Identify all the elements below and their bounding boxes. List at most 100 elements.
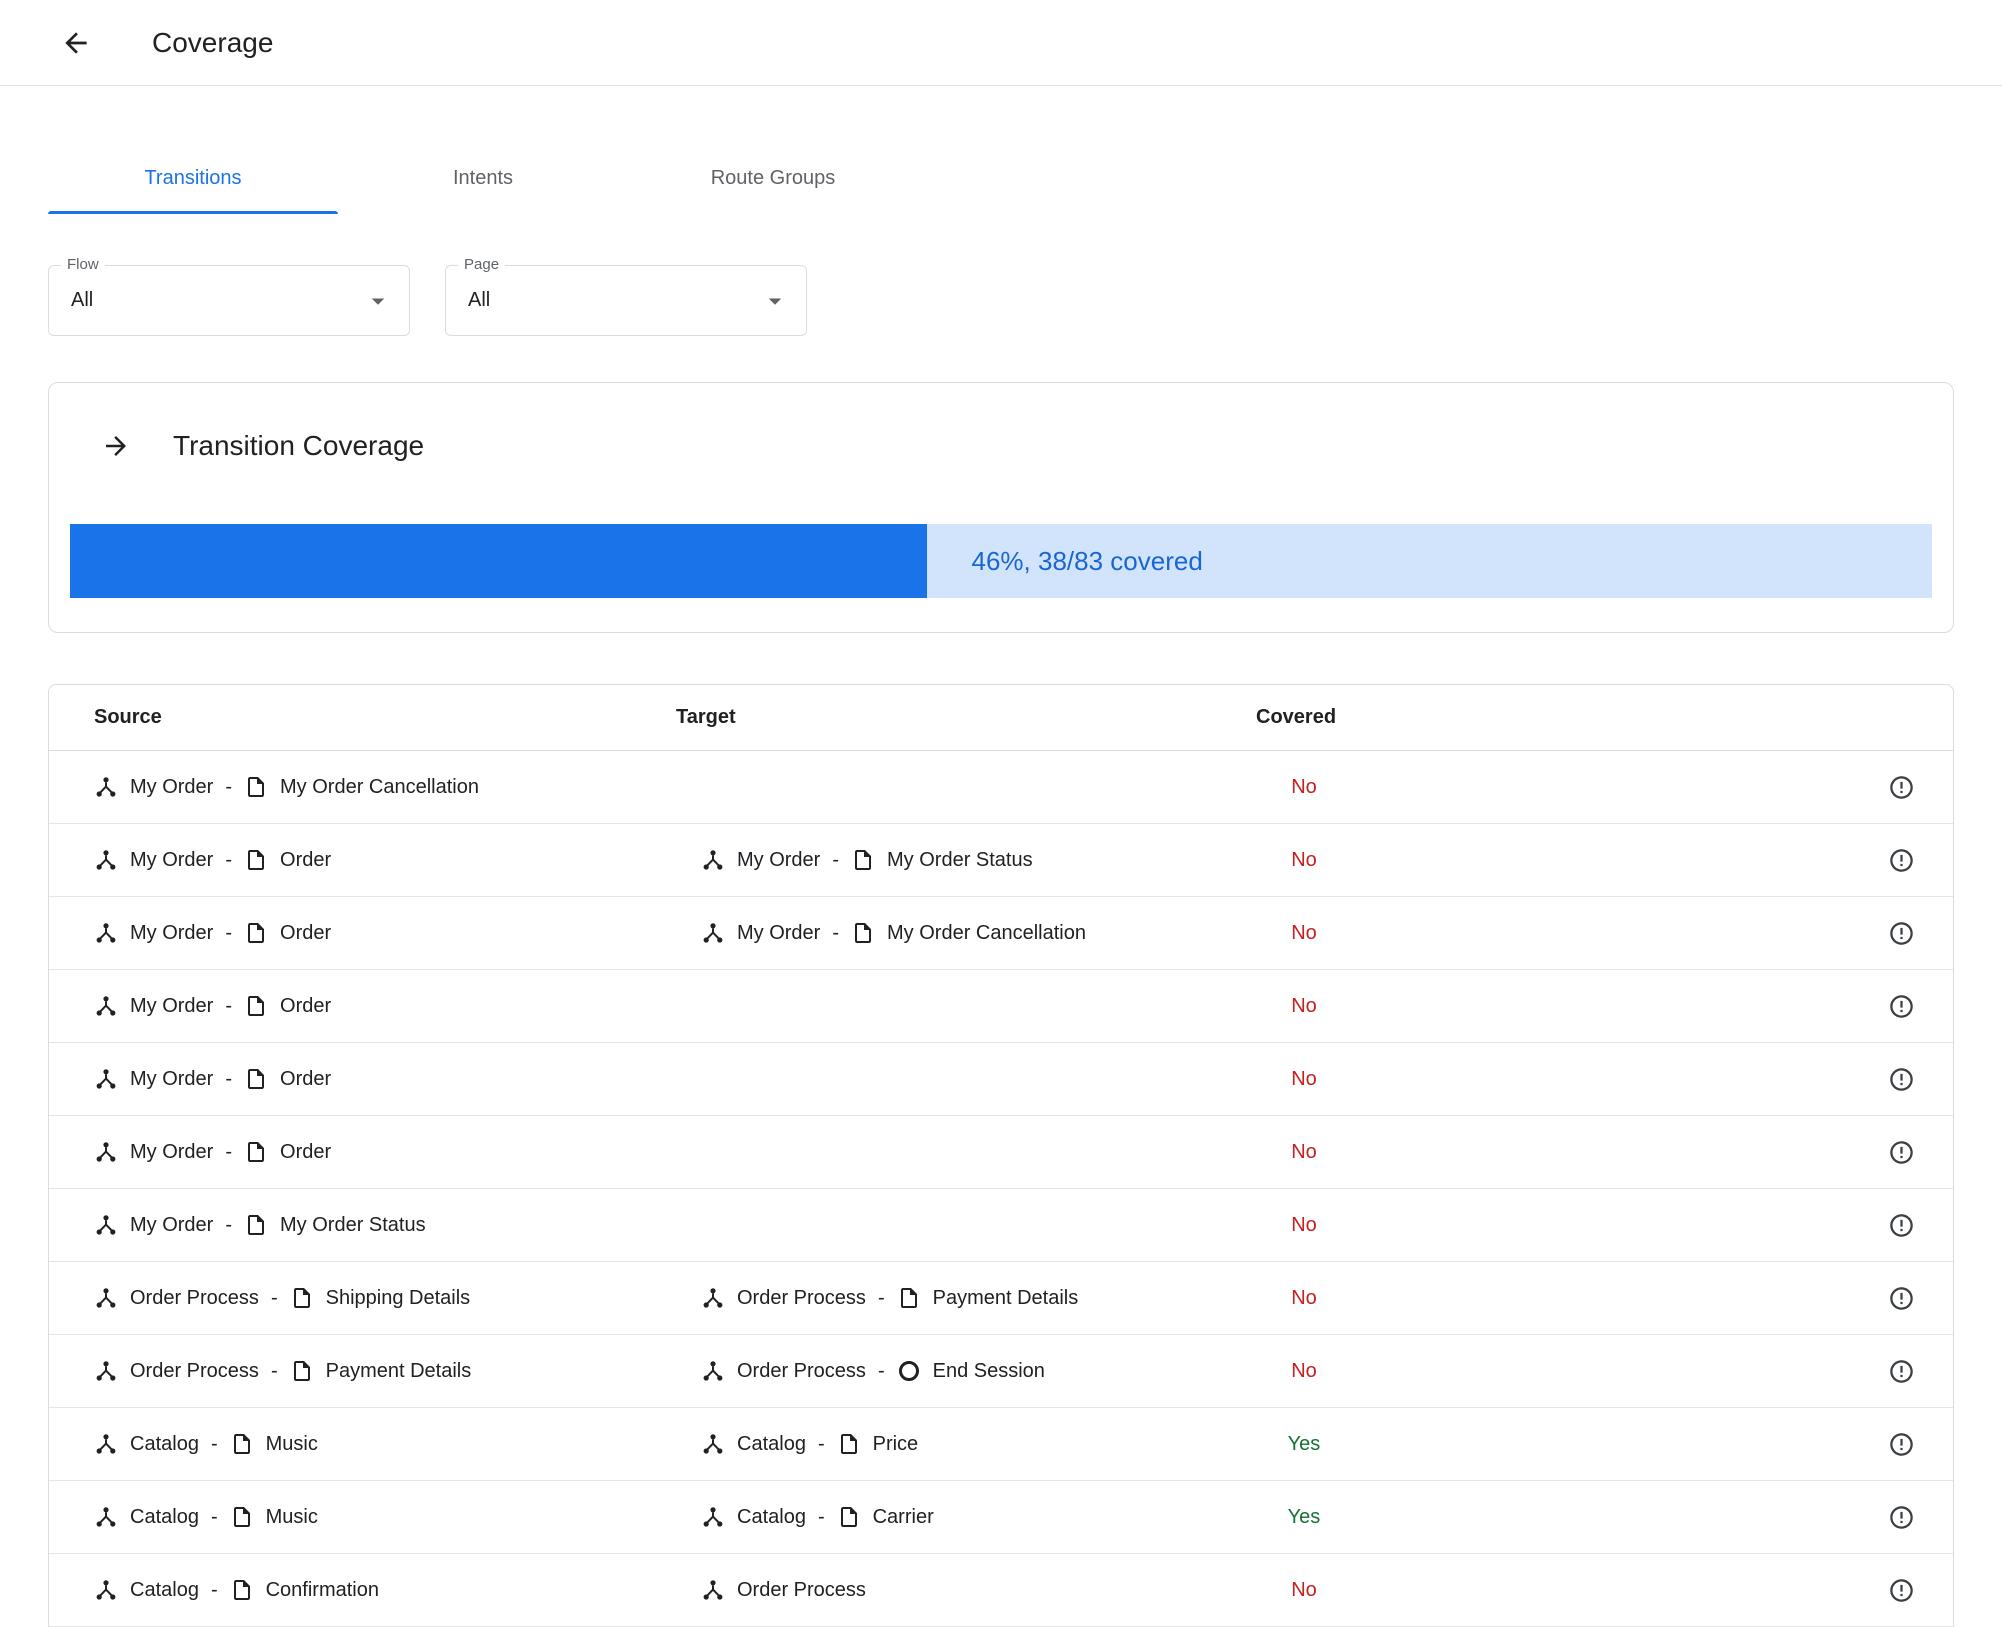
flow-icon bbox=[94, 1213, 118, 1237]
covered-value: No bbox=[1291, 921, 1317, 944]
page-icon bbox=[290, 1286, 314, 1310]
actions-cell bbox=[1606, 1212, 1953, 1239]
info-icon[interactable] bbox=[1888, 993, 1915, 1020]
source-cell: My Order - Order bbox=[94, 1067, 676, 1091]
flow-icon bbox=[94, 775, 118, 799]
tab-route-groups[interactable]: Route Groups bbox=[628, 142, 918, 214]
info-icon[interactable] bbox=[1888, 1139, 1915, 1166]
page-filter-label: Page bbox=[458, 255, 506, 275]
info-icon[interactable] bbox=[1888, 1358, 1915, 1385]
info-icon[interactable] bbox=[1888, 1577, 1915, 1604]
target-cell: My Order - My Order Cancellation bbox=[676, 921, 1256, 945]
actions-cell bbox=[1606, 1139, 1953, 1166]
separator: - bbox=[225, 994, 233, 1017]
table-row: Catalog - Music Catalog - bbox=[49, 1408, 1953, 1481]
page-name: Order bbox=[280, 1067, 332, 1090]
flow-name: My Order bbox=[130, 1067, 214, 1090]
flow-icon bbox=[94, 994, 118, 1018]
flow-icon bbox=[94, 1359, 118, 1383]
flow-name: Order Process bbox=[737, 1359, 866, 1382]
actions-cell bbox=[1606, 1577, 1953, 1604]
info-icon[interactable] bbox=[1888, 920, 1915, 947]
page-icon bbox=[290, 1359, 314, 1383]
tab-transitions[interactable]: Transitions bbox=[48, 142, 338, 214]
separator: - bbox=[225, 848, 233, 871]
info-icon[interactable] bbox=[1888, 1212, 1915, 1239]
target-cell: Catalog - Carrier bbox=[676, 1505, 1256, 1529]
page-filter-value: All bbox=[468, 289, 491, 311]
flow-icon bbox=[94, 921, 118, 945]
source-cell: Order Process - Shipping Details bbox=[94, 1286, 676, 1310]
covered-value: No bbox=[1291, 1359, 1317, 1382]
card-title-row: Transition Coverage bbox=[49, 383, 1953, 466]
separator: - bbox=[832, 848, 840, 871]
table-header-row: Source Target Covered bbox=[49, 685, 1953, 751]
table-row: Order Process - Payment Details Order Pr… bbox=[49, 1335, 1953, 1408]
separator: - bbox=[225, 921, 233, 944]
covered-cell: No bbox=[1256, 1360, 1606, 1383]
tab-label: Transitions bbox=[144, 166, 242, 189]
table-row: My Order - My Order Cancellation No bbox=[49, 751, 1953, 824]
separator: - bbox=[817, 1505, 825, 1528]
page-icon bbox=[837, 1432, 861, 1456]
page-icon bbox=[244, 1140, 268, 1164]
page-name: Price bbox=[872, 1432, 919, 1455]
info-icon[interactable] bbox=[1888, 1504, 1915, 1531]
info-icon[interactable] bbox=[1888, 774, 1915, 801]
flow-name: Catalog bbox=[737, 1432, 806, 1455]
covered-value: No bbox=[1291, 1140, 1317, 1163]
chevron-down-icon bbox=[363, 286, 393, 316]
arrow-back-icon bbox=[60, 27, 92, 59]
covered-value: No bbox=[1291, 1213, 1317, 1236]
page-icon bbox=[851, 921, 875, 945]
flow-icon bbox=[94, 848, 118, 872]
page-icon bbox=[837, 1505, 861, 1529]
flow-name: My Order bbox=[130, 775, 214, 798]
back-button[interactable] bbox=[56, 23, 96, 63]
page-icon bbox=[230, 1505, 254, 1529]
page-name: Music bbox=[265, 1432, 318, 1455]
target-cell: Catalog - Price bbox=[676, 1432, 1256, 1456]
page-name: Order bbox=[280, 1140, 332, 1163]
flow-name: My Order bbox=[130, 921, 214, 944]
source-cell: My Order - Order bbox=[94, 921, 676, 945]
table-row: My Order - Order My Order - bbox=[49, 897, 1953, 970]
flow-icon bbox=[701, 1578, 725, 1602]
target-cell: Order Process bbox=[676, 1578, 1256, 1602]
covered-value: No bbox=[1291, 1067, 1317, 1090]
info-icon[interactable] bbox=[1888, 847, 1915, 874]
flow-name: My Order bbox=[130, 994, 214, 1017]
info-icon[interactable] bbox=[1888, 1285, 1915, 1312]
page-name: Confirmation bbox=[265, 1578, 379, 1601]
page-icon bbox=[244, 994, 268, 1018]
separator: - bbox=[270, 1359, 278, 1382]
flow-filter-select[interactable]: Flow All bbox=[48, 255, 410, 336]
page-name: Music bbox=[265, 1505, 318, 1528]
flow-icon bbox=[94, 1505, 118, 1529]
coverage-progress-bar: 46%, 38/83 covered bbox=[70, 524, 1932, 598]
column-header-covered: Covered bbox=[1256, 706, 1337, 728]
info-icon[interactable] bbox=[1888, 1066, 1915, 1093]
covered-cell: No bbox=[1256, 849, 1606, 872]
source-cell: My Order - My Order Status bbox=[94, 1213, 676, 1237]
separator: - bbox=[210, 1505, 218, 1528]
page-name: Order bbox=[280, 921, 332, 944]
covered-cell: No bbox=[1256, 1287, 1606, 1310]
page-filter-select[interactable]: Page All bbox=[445, 255, 807, 336]
covered-cell: No bbox=[1256, 776, 1606, 799]
flow-name: Catalog bbox=[130, 1578, 199, 1601]
flow-name: Catalog bbox=[737, 1505, 806, 1528]
info-icon[interactable] bbox=[1888, 1431, 1915, 1458]
source-cell: My Order - Order bbox=[94, 848, 676, 872]
actions-cell bbox=[1606, 993, 1953, 1020]
covered-cell: No bbox=[1256, 1141, 1606, 1164]
actions-cell bbox=[1606, 1066, 1953, 1093]
transition-coverage-card: Transition Coverage 46%, 38/83 covered bbox=[48, 382, 1954, 633]
page-name: My Order Cancellation bbox=[887, 921, 1086, 944]
page-name: Carrier bbox=[872, 1505, 934, 1528]
tab-label: Route Groups bbox=[710, 166, 836, 189]
flow-icon bbox=[94, 1067, 118, 1091]
progress-label: 46%, 38/83 covered bbox=[971, 545, 1203, 576]
separator: - bbox=[270, 1286, 278, 1309]
tab-intents[interactable]: Intents bbox=[338, 142, 628, 214]
